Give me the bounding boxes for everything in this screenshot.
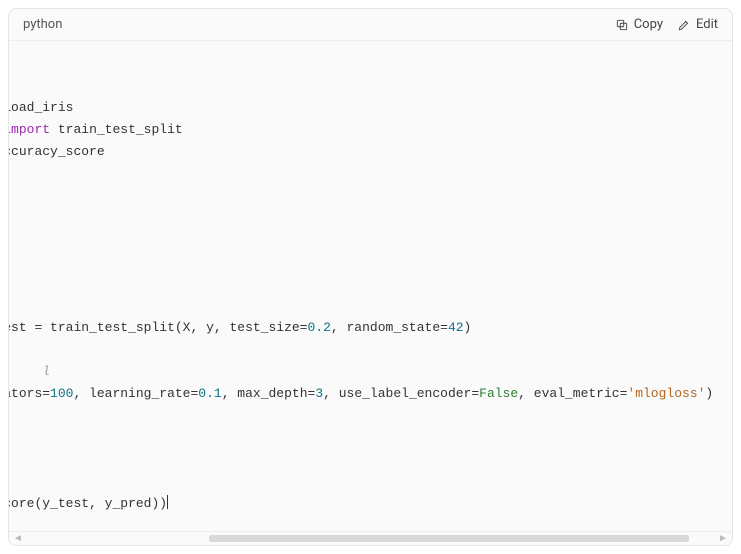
code-token: 0.2 (308, 320, 331, 335)
code-line (9, 405, 732, 427)
code-line (9, 339, 732, 361)
copy-label: Copy (634, 17, 663, 32)
edit-button[interactable]: Edit (677, 17, 718, 32)
code-token: train_test_split (50, 122, 183, 137)
code-token: ) (705, 386, 713, 401)
edit-icon (677, 18, 691, 32)
code-token: l (42, 364, 50, 379)
code-token: from sklearn.datasets import load_iris (9, 100, 73, 115)
code-token: 0.1 (198, 386, 221, 401)
code-line (9, 251, 732, 273)
code-line: from sklearn.model_selection import trai… (9, 119, 732, 141)
code-token: model = XGBClassifier(n_estimators= (9, 386, 50, 401)
code-token: False (479, 386, 518, 401)
horizontal-scrollbar[interactable]: ◄ ► (9, 531, 732, 545)
copy-icon (615, 18, 629, 32)
copy-button[interactable]: Copy (615, 17, 663, 32)
scrollbar-thumb[interactable] (209, 535, 689, 542)
code-token: X_train, X_test, y_train, y_test = train… (9, 320, 308, 335)
code-token: , learning_rate= (73, 386, 198, 401)
code-token: 3 (315, 386, 323, 401)
code-token: , eval_metric= (518, 386, 627, 401)
code-token: , max_depth= (222, 386, 316, 401)
code-line (9, 471, 732, 493)
code-token: , use_label_encoder= (323, 386, 479, 401)
code-token: , random_state= (331, 320, 448, 335)
code-token: 42 (448, 320, 464, 335)
code-token (9, 364, 42, 379)
code-line (9, 449, 732, 471)
code-line (9, 273, 732, 295)
scroll-left-arrow[interactable]: ◄ (13, 534, 23, 544)
code-token: 'mlogloss' (627, 386, 705, 401)
code-line (9, 185, 732, 207)
edit-label: Edit (696, 17, 718, 32)
header-actions: Copy Edit (615, 17, 718, 32)
scroll-right-arrow[interactable]: ► (718, 534, 728, 544)
code-line (9, 207, 732, 229)
code-line: print("Accuracy:", accuracy_score(y_test… (9, 493, 732, 515)
code-line (9, 75, 732, 97)
code-token: from sklearn.metrics import accuracy_sco… (9, 144, 105, 159)
code-header: python Copy Edit (9, 9, 732, 41)
code-line (9, 53, 732, 75)
code-line: from sklearn.datasets import load_iris (9, 97, 732, 119)
language-label: python (23, 17, 62, 32)
code-line: model = XGBClassifier(n_estimators=100, … (9, 383, 732, 405)
code-content: from sklearn.datasets import load_irisfr… (9, 41, 732, 527)
code-line (9, 163, 732, 185)
code-token: ) (464, 320, 472, 335)
code-line (9, 295, 732, 317)
code-line (9, 427, 732, 449)
code-block: python Copy Edit from sklearn.datasets i… (8, 8, 733, 546)
code-line: l (9, 361, 732, 383)
code-token: import (9, 122, 50, 137)
code-line (9, 229, 732, 251)
code-token: print("Accuracy:", accuracy_score(y_test… (9, 496, 167, 511)
code-token: 100 (50, 386, 73, 401)
code-line: X_train, X_test, y_train, y_test = train… (9, 317, 732, 339)
text-cursor (167, 495, 168, 509)
code-scroll-area[interactable]: from sklearn.datasets import load_irisfr… (9, 41, 732, 531)
code-line: from sklearn.metrics import accuracy_sco… (9, 141, 732, 163)
